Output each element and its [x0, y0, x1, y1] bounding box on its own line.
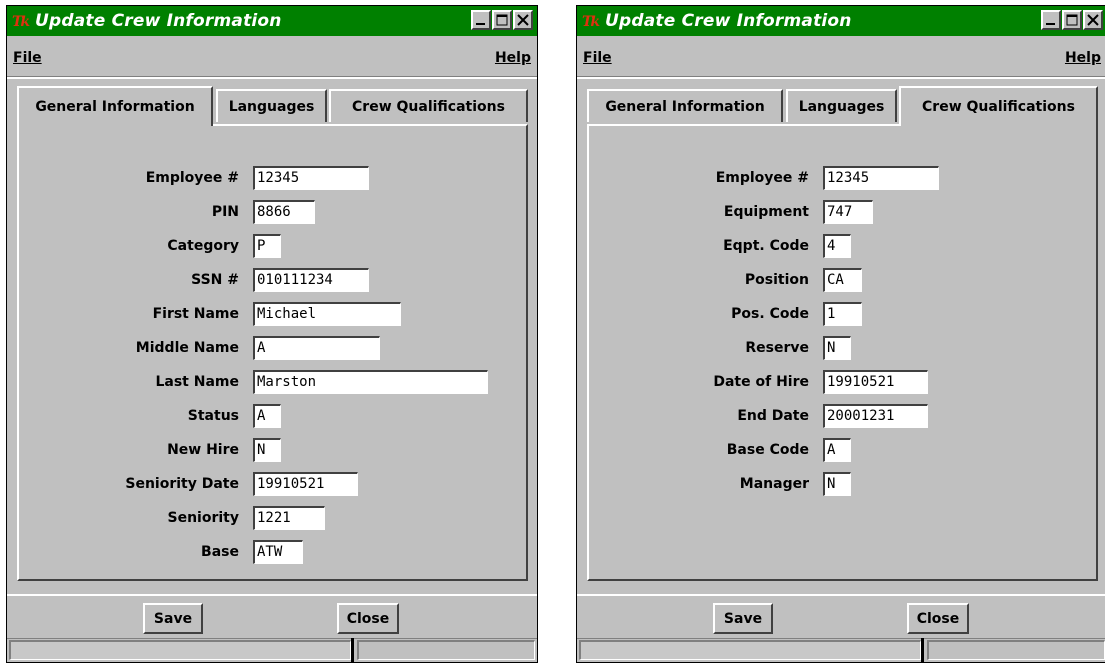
menu-file[interactable]: File [13, 50, 42, 66]
tab-languages[interactable]: Languages [216, 89, 327, 122]
minimize-icon [476, 23, 485, 25]
field-label: Base [201, 544, 239, 560]
menu-divider [7, 76, 537, 79]
tab-languages[interactable]: Languages [786, 89, 897, 122]
employee-number-field[interactable]: 12345 [823, 166, 939, 190]
last-name-field[interactable]: Marston [253, 370, 488, 394]
field-label: Pos. Code [731, 306, 809, 322]
close-window-button[interactable] [513, 10, 533, 30]
field-label: PIN [211, 204, 239, 220]
maximize-icon [496, 14, 508, 26]
field-label: Employee # [145, 170, 239, 186]
position-code-field[interactable]: 1 [823, 302, 862, 326]
field-label: Eqpt. Code [723, 238, 809, 254]
maximize-icon [1066, 14, 1078, 26]
save-button[interactable]: Save [713, 603, 773, 634]
close-icon [517, 14, 529, 26]
middle-name-field[interactable]: A [253, 336, 380, 360]
save-button[interactable]: Save [143, 603, 203, 634]
title-bar[interactable]: Tk Update Crew Information [577, 6, 1105, 36]
equipment-field[interactable]: 747 [823, 200, 873, 224]
base-field[interactable]: ATW [253, 540, 303, 564]
seniority-field[interactable]: 1221 [253, 506, 325, 530]
date-of-hire-field[interactable]: 19910521 [823, 370, 928, 394]
close-button[interactable]: Close [907, 603, 969, 634]
field-label: Last Name [155, 374, 239, 390]
new-hire-field[interactable]: N [253, 438, 281, 462]
field-label: Category [167, 238, 239, 254]
field-label: Seniority Date [125, 476, 239, 492]
window-title: Update Crew Information [35, 11, 282, 31]
tab-general-information[interactable]: General Information [17, 86, 213, 126]
menu-help[interactable]: Help [495, 50, 531, 66]
field-label: New Hire [167, 442, 239, 458]
field-label: End Date [737, 408, 809, 424]
status-bar [7, 638, 537, 662]
title-bar[interactable]: Tk Update Crew Information [7, 6, 537, 36]
reserve-field[interactable]: N [823, 336, 851, 360]
status-divider[interactable] [351, 638, 354, 662]
status-pane-left [9, 640, 351, 660]
tab-crew-qualifications[interactable]: Crew Qualifications [329, 89, 528, 122]
status-field[interactable]: A [253, 404, 281, 428]
menu-bar: File Help [7, 45, 537, 71]
general-form-panel: Employee # 12345 PIN 8866 Category P SSN… [17, 124, 528, 581]
field-label: Status [187, 408, 239, 424]
ssn-field[interactable]: 010111234 [253, 268, 369, 292]
tab-crew-qualifications[interactable]: Crew Qualifications [899, 86, 1098, 126]
field-label: Position [744, 272, 809, 288]
tab-general-information[interactable]: General Information [587, 89, 783, 122]
manager-field[interactable]: N [823, 472, 851, 496]
tk-logo-icon: Tk [12, 12, 30, 30]
field-label: Base Code [726, 442, 809, 458]
employee-number-field[interactable]: 12345 [253, 166, 369, 190]
maximize-button[interactable] [492, 10, 512, 30]
field-label: SSN # [191, 272, 239, 288]
minimize-button[interactable] [471, 10, 491, 30]
button-bar: Save Close [577, 594, 1105, 639]
status-divider[interactable] [921, 638, 924, 662]
menu-bar: File Help [577, 45, 1105, 71]
end-date-field[interactable]: 20001231 [823, 404, 928, 428]
minimize-button[interactable] [1041, 10, 1061, 30]
field-label: Middle Name [135, 340, 239, 356]
seniority-date-field[interactable]: 19910521 [253, 472, 358, 496]
window-qualifications: Tk Update Crew Information File Help Gen… [576, 5, 1105, 663]
pin-field[interactable]: 8866 [253, 200, 315, 224]
close-button[interactable]: Close [337, 603, 399, 634]
window-title: Update Crew Information [605, 11, 852, 31]
maximize-button[interactable] [1062, 10, 1082, 30]
status-pane-left [579, 640, 921, 660]
close-window-button[interactable] [1083, 10, 1103, 30]
minimize-icon [1046, 23, 1055, 25]
svg-text:Tk: Tk [12, 14, 30, 30]
menu-file[interactable]: File [583, 50, 612, 66]
position-field[interactable]: CA [823, 268, 862, 292]
first-name-field[interactable]: Michael [253, 302, 401, 326]
menu-divider [577, 76, 1105, 79]
svg-text:Tk: Tk [582, 14, 600, 30]
field-label: First Name [152, 306, 239, 322]
close-icon [1087, 14, 1099, 26]
category-field[interactable]: P [253, 234, 281, 258]
window-general: Tk Update Crew Information File Help Gen… [6, 5, 538, 663]
menu-help[interactable]: Help [1065, 50, 1101, 66]
field-label: Seniority [167, 510, 239, 526]
tk-logo-icon: Tk [582, 12, 600, 30]
status-bar [577, 638, 1105, 662]
field-label: Date of Hire [713, 374, 809, 390]
field-label: Employee # [715, 170, 809, 186]
field-label: Reserve [745, 340, 809, 356]
button-bar: Save Close [7, 594, 537, 639]
base-code-field[interactable]: A [823, 438, 851, 462]
status-pane-right [357, 640, 535, 660]
field-label: Equipment [723, 204, 809, 220]
field-label: Manager [739, 476, 809, 492]
status-pane-right [927, 640, 1105, 660]
equipment-code-field[interactable]: 4 [823, 234, 851, 258]
qualifications-form-panel: Employee # 12345 Equipment 747 Eqpt. Cod… [587, 124, 1098, 581]
